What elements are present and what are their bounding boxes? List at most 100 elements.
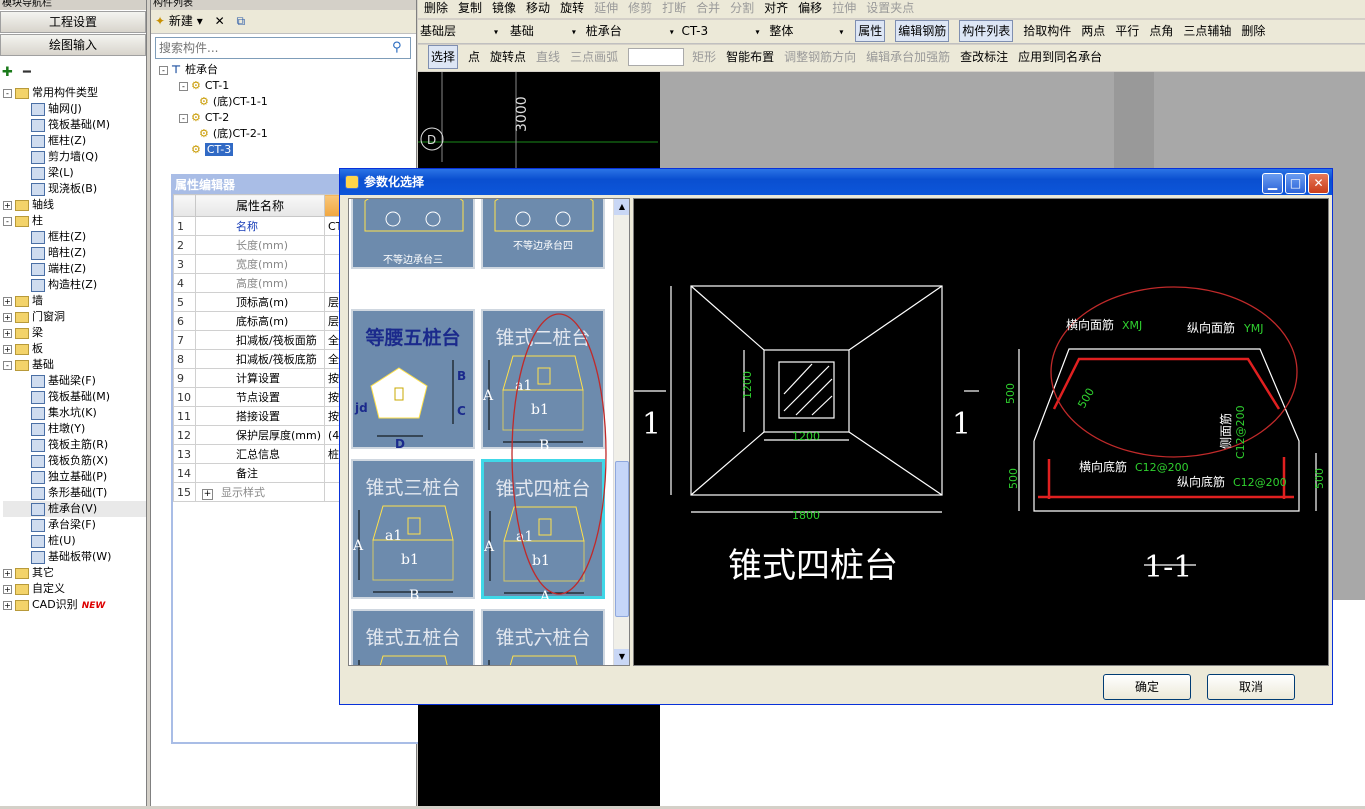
- component-tree-item[interactable]: ⚙ (底)CT-1-1: [159, 94, 416, 110]
- toolbar-button[interactable]: 合并: [696, 1, 720, 15]
- collapse-icon[interactable]: -: [179, 113, 188, 123]
- arc-option-select[interactable]: [628, 48, 685, 66]
- toolbar-button[interactable]: 调整钢筋方向: [784, 46, 856, 68]
- toolbar-button[interactable]: 平行: [1115, 21, 1139, 41]
- close-button[interactable]: ✕: [1308, 173, 1329, 194]
- component-name-select[interactable]: CT-3: [680, 22, 750, 40]
- nav-tree-item[interactable]: 筏板基础(M): [3, 389, 146, 405]
- scroll-up-icon[interactable]: ▲: [614, 199, 629, 215]
- component-tree-item[interactable]: - ⊤ 桩承台: [159, 62, 416, 78]
- nav-tree-item[interactable]: 端柱(Z): [3, 261, 146, 277]
- toolbar-button[interactable]: 三点画弧: [570, 46, 618, 68]
- toolbar-button[interactable]: 三点辅轴: [1183, 21, 1231, 41]
- component-tree-item[interactable]: ⚙ (底)CT-2-1: [159, 126, 416, 142]
- toolbar-button[interactable]: 设置夹点: [866, 1, 914, 15]
- toolbar-button[interactable]: 点: [468, 46, 480, 68]
- maximize-button[interactable]: □: [1285, 173, 1306, 194]
- nav-tree-item[interactable]: 暗柱(Z): [3, 245, 146, 261]
- toolbar-button[interactable]: 删除: [424, 1, 448, 15]
- collapse-icon[interactable]: -: [3, 360, 12, 370]
- collapse-icon[interactable]: -: [179, 81, 188, 91]
- nav-tree-item[interactable]: 承台梁(F): [3, 517, 146, 533]
- toolbar-button[interactable]: 镜像: [492, 1, 516, 15]
- nav-tree-item[interactable]: 柱墩(Y): [3, 421, 146, 437]
- nav-tree-item[interactable]: 桩(U): [3, 533, 146, 549]
- shape-option[interactable]: 锥式四桩台 Aa1 b1 A: [481, 459, 605, 605]
- minimize-button[interactable]: ▁: [1262, 173, 1283, 194]
- nav-tree-item[interactable]: + 轴线: [3, 197, 146, 213]
- search-icon[interactable]: ⚲: [392, 40, 408, 56]
- toolbar-button[interactable]: 移动: [526, 1, 550, 15]
- toolbar-button[interactable]: 查改标注: [960, 46, 1008, 68]
- type-select[interactable]: 桩承台: [584, 22, 664, 40]
- toolbar-button[interactable]: 直线: [536, 46, 560, 68]
- nav-tree-item[interactable]: - 常用构件类型: [3, 85, 146, 101]
- nav-tree-item[interactable]: -柱: [3, 213, 146, 229]
- toolbar-button[interactable]: 智能布置: [726, 46, 774, 68]
- expand-icon[interactable]: +: [3, 200, 12, 210]
- toolbar-button[interactable]: 编辑承台加强筋: [866, 46, 950, 68]
- toolbar-button[interactable]: 复制: [458, 1, 482, 15]
- nav-tree-item[interactable]: 基础梁(F): [3, 373, 146, 389]
- toolbar-button[interactable]: 属性: [855, 20, 886, 42]
- nav-tree-item[interactable]: + 板: [3, 341, 146, 357]
- component-tree-item[interactable]: -⚙CT-3: [159, 142, 416, 158]
- toolbar-button[interactable]: 拾取构件: [1023, 21, 1071, 41]
- gallery-scrollbar[interactable]: ▲ ▼: [613, 199, 629, 665]
- nav-tree-item[interactable]: + 梁: [3, 325, 146, 341]
- toolbar-button[interactable]: 构件列表: [959, 20, 1014, 42]
- nav-tree-item[interactable]: + 自定义: [3, 581, 146, 597]
- nav-tree-item[interactable]: 基础板带(W): [3, 549, 146, 565]
- nav-tree-item[interactable]: 轴网(J): [3, 101, 146, 117]
- shape-option[interactable]: 不等边承台四: [481, 199, 605, 269]
- toolbar-button[interactable]: 打断: [662, 1, 686, 15]
- toolbar-button[interactable]: 修剪: [628, 1, 652, 15]
- expand-icon[interactable]: +: [3, 344, 12, 354]
- component-tree-item[interactable]: - ⚙ CT-2: [159, 110, 416, 126]
- toolbar-button[interactable]: 旋转点: [490, 46, 526, 68]
- new-button[interactable]: ✦ 新建 ▾: [155, 14, 203, 28]
- cancel-button[interactable]: 取消: [1207, 674, 1295, 700]
- expand-icon[interactable]: +: [3, 600, 12, 610]
- nav-tree-item[interactable]: 框柱(Z): [3, 133, 146, 149]
- collapse-icon[interactable]: -: [159, 65, 168, 75]
- shape-option[interactable]: 锥式二桩台 Aa1 b1 B: [481, 309, 605, 454]
- expand-icon[interactable]: +: [3, 312, 12, 322]
- nav-tree-item[interactable]: 集水坑(K): [3, 405, 146, 421]
- ok-button[interactable]: 确定: [1103, 674, 1191, 700]
- toolbar-button[interactable]: 矩形: [692, 46, 716, 68]
- toolbar-button[interactable]: 延伸: [594, 1, 618, 15]
- expand-icon[interactable]: +: [3, 584, 12, 594]
- component-tree-item[interactable]: - ⚙ CT-1: [159, 78, 416, 94]
- expand-icon[interactable]: +: [3, 568, 12, 578]
- nav-tree-item[interactable]: 条形基础(T): [3, 485, 146, 501]
- search-input[interactable]: [156, 38, 386, 58]
- shape-option[interactable]: 锥式三桩台 Aa1 b1 B: [351, 459, 475, 604]
- toolbar-button[interactable]: 旋转: [560, 1, 584, 15]
- delete-icon[interactable]: ✕: [215, 14, 225, 28]
- nav-tree-item[interactable]: + 其它: [3, 565, 146, 581]
- toolbar-button[interactable]: 拉伸: [832, 1, 856, 15]
- nav-tree-item[interactable]: + 墙: [3, 293, 146, 309]
- toolbar-button[interactable]: 分割: [730, 1, 754, 15]
- toolbar-button[interactable]: 选择: [428, 45, 459, 69]
- shape-option[interactable]: 等腰五桩台 B C Djd: [351, 309, 475, 451]
- toolbar-button[interactable]: 偏移: [798, 1, 822, 15]
- nav-tree-item[interactable]: 梁(L): [3, 165, 146, 181]
- toolbar-button[interactable]: 点角: [1149, 21, 1173, 41]
- project-settings-button[interactable]: 工程设置: [0, 11, 146, 33]
- floor-select[interactable]: 基础层: [418, 22, 488, 40]
- shape-option[interactable]: 锥式六桩台 Aa1b1A: [481, 609, 605, 665]
- nav-tree-item[interactable]: 筏板主筋(R): [3, 437, 146, 453]
- category-select[interactable]: 基础: [508, 22, 566, 40]
- nav-tree-item[interactable]: 现浇板(B): [3, 181, 146, 197]
- nav-tree-item[interactable]: + CAD识别 NEW: [3, 597, 146, 613]
- nav-tree-item[interactable]: 筏板基础(M): [3, 117, 146, 133]
- nav-tree-item[interactable]: + 门窗洞: [3, 309, 146, 325]
- collapse-all-icon[interactable]: ━: [23, 65, 31, 80]
- expand-icon[interactable]: +: [3, 328, 12, 338]
- collapse-icon[interactable]: -: [3, 216, 12, 226]
- mode-select[interactable]: 整体: [767, 22, 833, 40]
- shape-gallery[interactable]: 不等边承台三 不等边承台四 等腰五桩台 B C Djd 锥式二桩台 Aa1 b1 B 锥式三桩台 Aa…: [348, 198, 630, 666]
- nav-tree-item[interactable]: 框柱(Z): [3, 229, 146, 245]
